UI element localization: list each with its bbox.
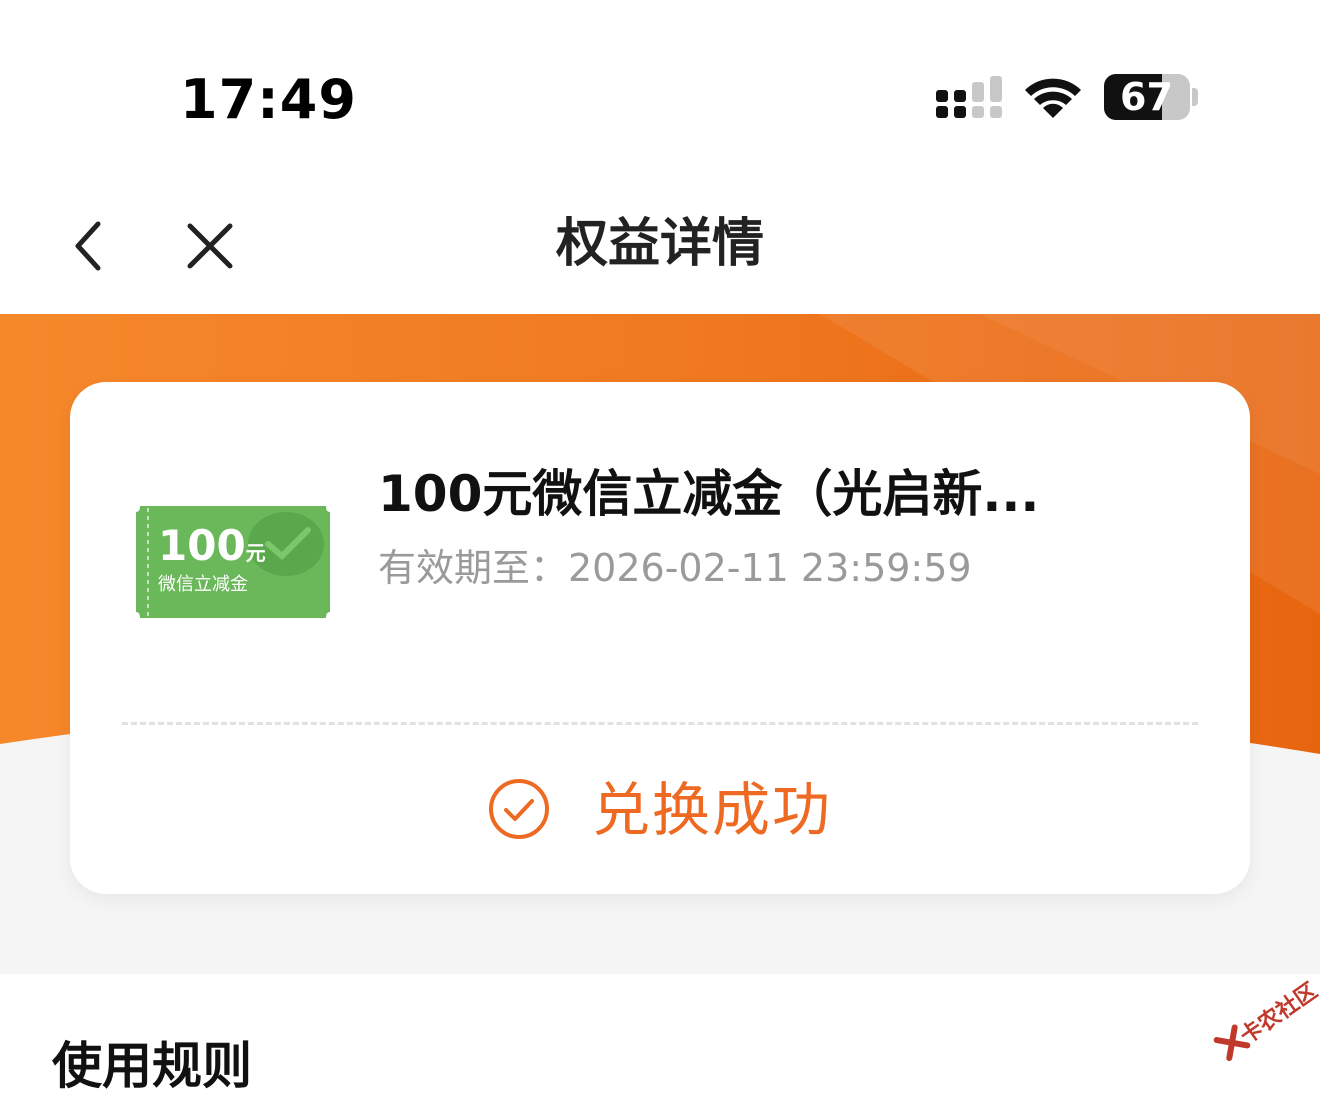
- ticket-label: 微信立减金: [158, 574, 248, 595]
- wechat-coupon-image: 100元 微信立减金: [136, 506, 330, 618]
- expiry-date: 有效期至：2026-02-11 23:59:59: [378, 546, 972, 590]
- status-bar: 17:49 67: [0, 0, 1320, 190]
- benefit-card: 100元 微信立减金 100元微信立减金（光启新... 有效期至：2026-02…: [70, 382, 1250, 894]
- redeem-status-text: 兑换成功: [592, 776, 833, 844]
- wifi-icon: [1025, 78, 1081, 118]
- status-time: 17:49: [180, 68, 357, 131]
- ticket-unit: 元: [245, 541, 266, 565]
- rules-title: 使用规则: [52, 1037, 252, 1095]
- chevron-left-icon: [75, 221, 101, 271]
- redeem-status: 兑换成功: [70, 770, 1250, 850]
- cellular-signal-icon: [936, 76, 1002, 118]
- dashed-divider: [122, 722, 1198, 725]
- ticket-amount: 100元: [158, 521, 266, 570]
- back-button[interactable]: [62, 216, 122, 276]
- battery-level-text: 67: [1120, 75, 1173, 119]
- battery-nub: [1192, 88, 1198, 106]
- close-icon: [187, 223, 233, 269]
- close-button[interactable]: [180, 216, 240, 276]
- check-circle-icon: [489, 779, 549, 839]
- nav-bar: 权益详情: [0, 190, 1320, 314]
- rules-section: 使用规则: [0, 974, 1320, 1095]
- benefit-title: 100元微信立减金（光启新...: [378, 465, 1040, 523]
- battery-icon: 67: [1104, 74, 1190, 120]
